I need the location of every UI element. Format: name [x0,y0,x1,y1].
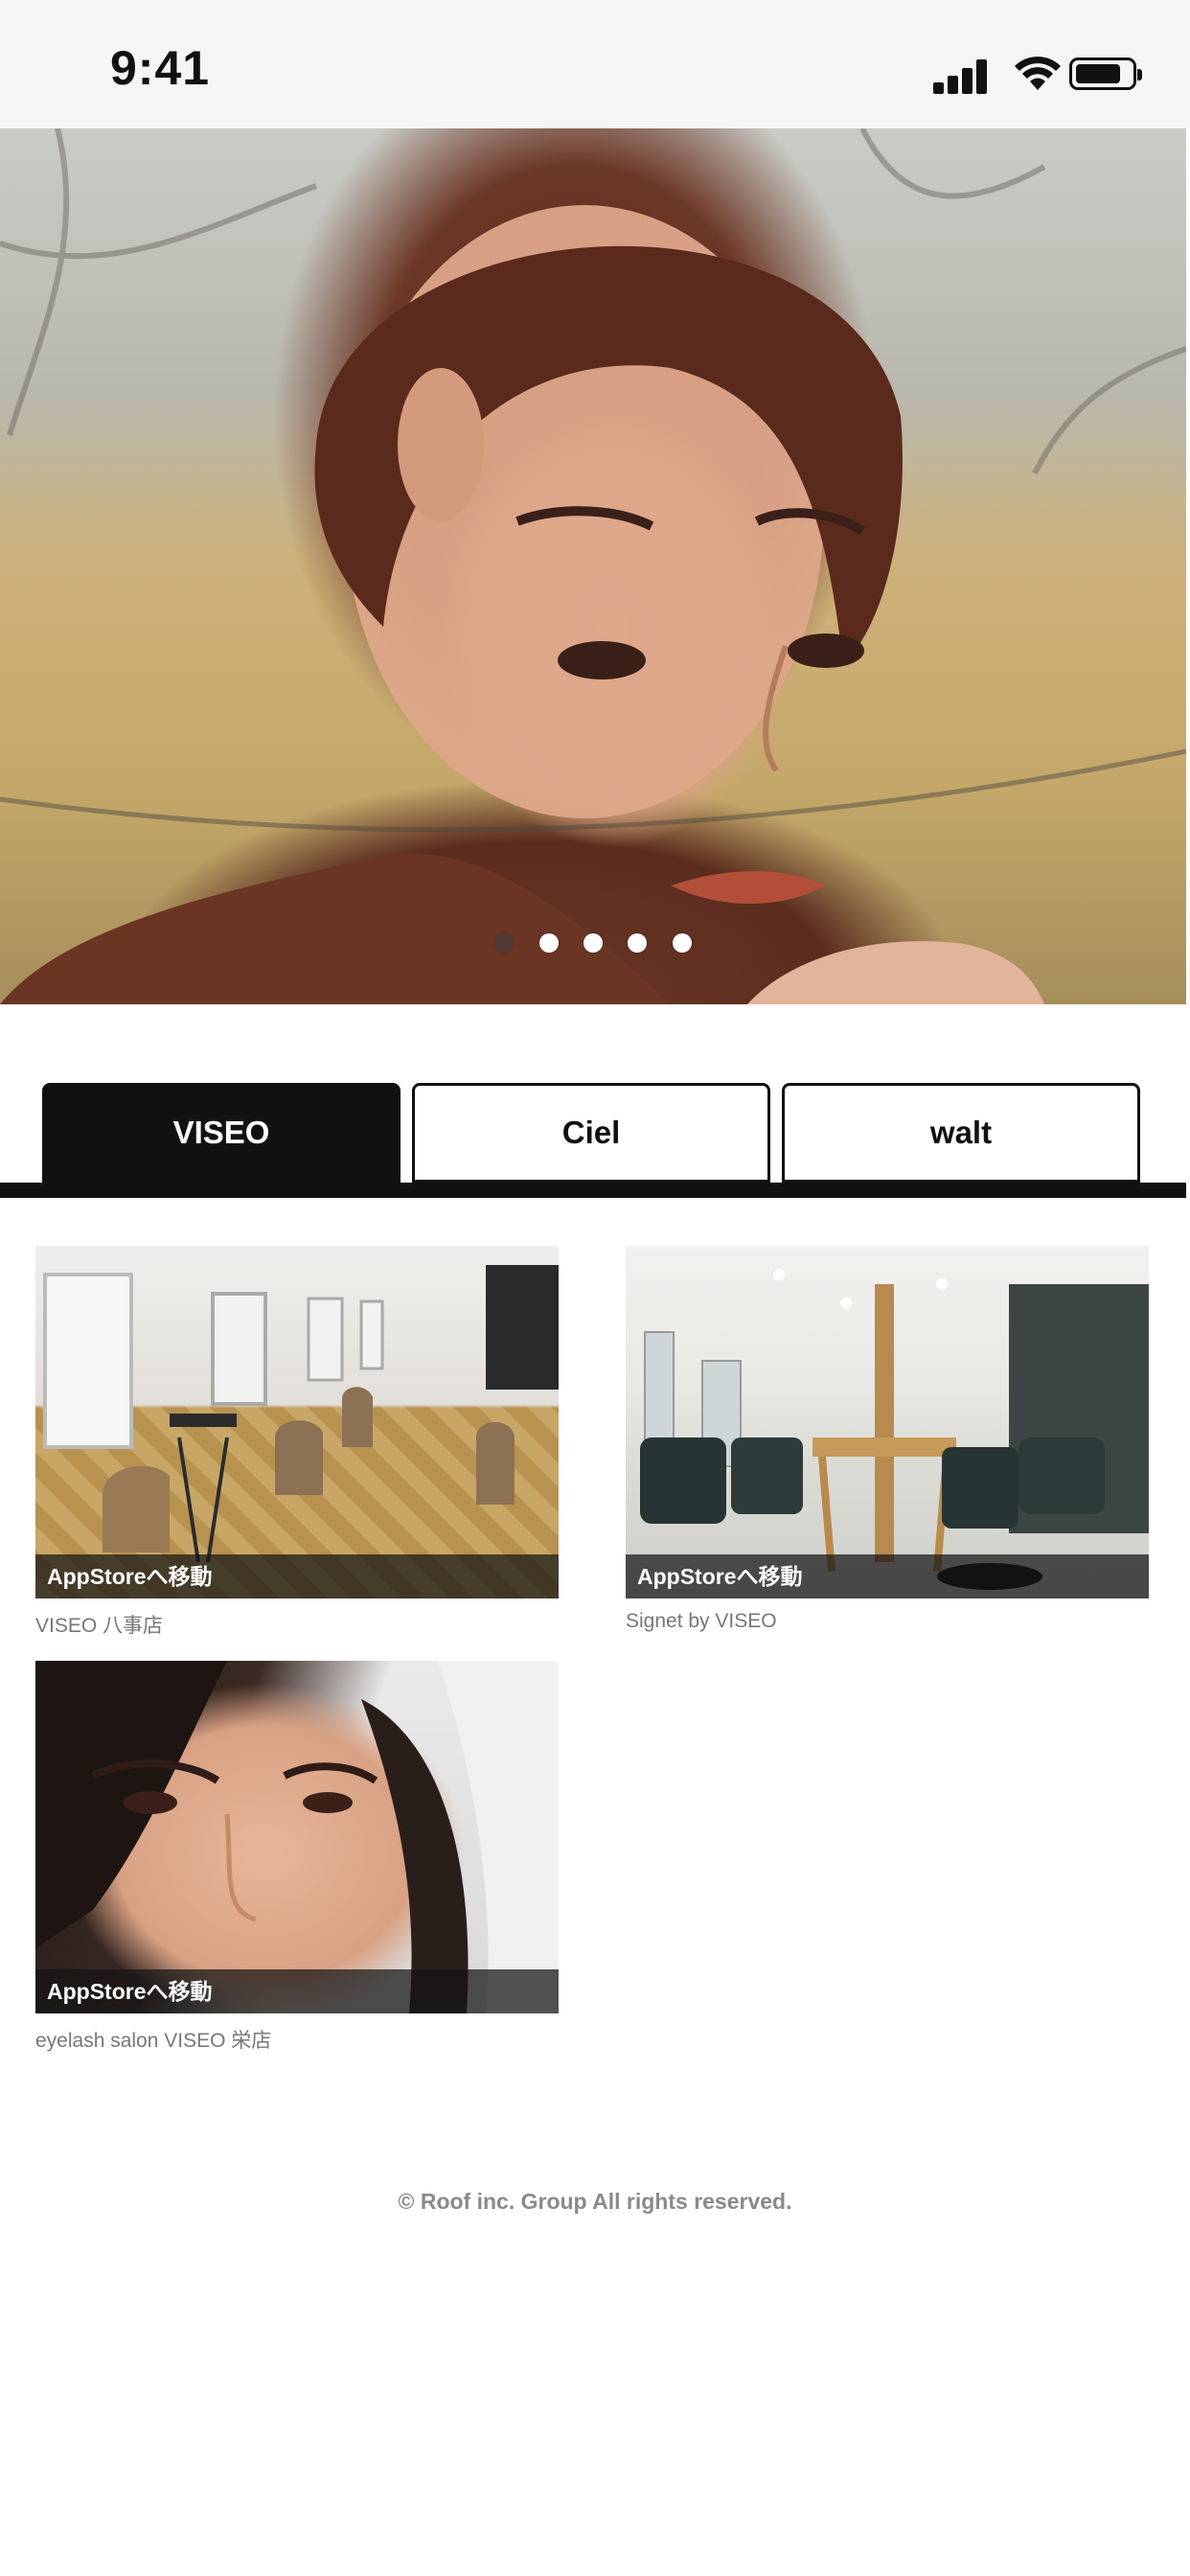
tab-ciel[interactable]: Ciel [412,1083,770,1183]
appstore-link[interactable]: AppStoreへ移動 [626,1554,1149,1598]
tab-underline [0,1183,1186,1198]
salon-photo[interactable]: AppStoreへ移動 [35,1246,559,1598]
salon-photo[interactable]: AppStoreへ移動 [626,1246,1149,1598]
model-face-photo [35,1661,559,2013]
carousel-dot[interactable] [628,933,648,953]
salon-name: eyelash salon VISEO 栄店 [35,2030,272,2052]
carousel-dot[interactable] [584,933,603,953]
salon-interior-photo [43,1265,559,1563]
carousel-dots [0,933,1186,954]
status-bar: 9:41 [0,0,1190,128]
salon-card-viseo-yagoto[interactable]: AppStoreへ移動 VISEO 八事店 [35,1246,559,1639]
hero-carousel[interactable] [0,128,1186,1004]
appstore-link[interactable]: AppStoreへ移動 [35,1554,559,1598]
battery-icon [1069,58,1142,90]
tab-viseo[interactable]: VISEO [42,1083,400,1183]
salon-name: Signet by VISEO [626,1610,777,1632]
salon-interior-photo [640,1269,1149,1590]
salon-name: VISEO 八事店 [35,1615,164,1637]
footer-copyright: © Roof inc. Group All rights reserved. [398,2189,792,2214]
carousel-dot[interactable] [538,933,559,953]
brand-tabs: VISEO Ciel walt [0,1083,1190,1200]
wifi-icon [1015,57,1061,90]
salon-photo[interactable]: AppStoreへ移動 [35,1661,559,2013]
carousel-dot[interactable] [672,933,692,953]
hero-photo [0,128,1186,1004]
cellular-signal-icon [933,58,989,94]
appstore-link[interactable]: AppStoreへ移動 [35,1969,559,2013]
carousel-dot[interactable] [494,933,515,953]
tab-walt[interactable]: walt [782,1083,1140,1183]
salon-card-eyelash-sakae[interactable]: AppStoreへ移動 eyelash salon VISEO 栄店 [35,1661,559,2054]
status-time: 9:41 [110,41,211,95]
salon-card-signet[interactable]: AppStoreへ移動 Signet by VISEO [626,1246,1149,1633]
